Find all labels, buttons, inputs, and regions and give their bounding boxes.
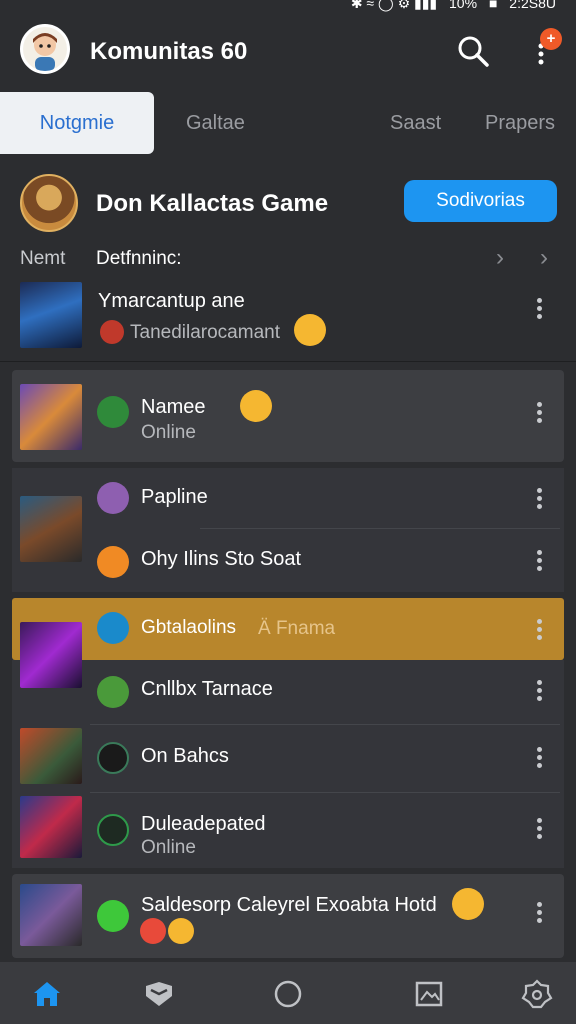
app-bar: Komunitas 60 bbox=[0, 22, 576, 82]
smile-emoji-icon bbox=[452, 888, 484, 920]
more-vertical-icon[interactable] bbox=[533, 816, 545, 846]
featured-item[interactable]: Ymarcantup ane Tanedilarocamant bbox=[0, 280, 576, 362]
game-thumbnail bbox=[20, 884, 82, 946]
user-avatar bbox=[97, 900, 129, 932]
chat-subtitle: Ä Fnama bbox=[258, 618, 336, 639]
game-thumbnail bbox=[20, 728, 82, 784]
featured-title: Ymarcantup ane bbox=[98, 290, 245, 312]
profile-avatar[interactable] bbox=[20, 24, 70, 74]
emoji-icon bbox=[168, 918, 194, 944]
home-icon[interactable] bbox=[31, 978, 63, 1010]
more-vertical-icon[interactable] bbox=[533, 296, 545, 326]
section-header: Nemt Detfnninc: › › bbox=[0, 244, 576, 274]
follow-button[interactable]: Sodivorias bbox=[404, 180, 557, 222]
tab-saast[interactable]: Saast bbox=[390, 92, 441, 154]
chevron-right-icon[interactable]: › bbox=[496, 244, 504, 272]
circle-icon[interactable] bbox=[272, 978, 304, 1010]
bottom-navigation bbox=[0, 962, 576, 1024]
game-thumbnail bbox=[20, 282, 82, 348]
user-avatar bbox=[97, 814, 129, 846]
image-icon[interactable] bbox=[413, 978, 445, 1010]
clock: 2:2S8U bbox=[509, 0, 556, 11]
more-vertical-icon[interactable] bbox=[533, 617, 545, 647]
more-vertical-icon[interactable] bbox=[533, 900, 545, 930]
game-thumbnail bbox=[20, 796, 82, 858]
chevron-right-icon[interactable]: › bbox=[540, 244, 548, 272]
divider bbox=[200, 528, 560, 529]
featured-subtitle: Tanedilarocamant bbox=[130, 322, 280, 343]
more-vertical-icon[interactable] bbox=[533, 678, 545, 708]
game-thumbnail bbox=[20, 384, 82, 450]
chat-status: Online bbox=[141, 837, 196, 858]
battery-icon: ■ bbox=[488, 0, 498, 11]
chat-group bbox=[12, 660, 564, 868]
community-avatar[interactable] bbox=[20, 174, 78, 232]
emoji-icon bbox=[240, 390, 272, 422]
emoji-icon bbox=[140, 918, 166, 944]
community-name: Don Kallactas Game bbox=[96, 190, 329, 217]
section-left-label[interactable]: Nemt bbox=[20, 248, 65, 270]
chat-title[interactable]: On Bahcs bbox=[141, 745, 229, 768]
game-thumbnail bbox=[20, 622, 82, 688]
chat-title: Saldesorp Caleyrel Exoabta Hotd bbox=[141, 894, 437, 916]
more-vertical-icon[interactable] bbox=[533, 400, 545, 430]
search-icon[interactable] bbox=[456, 34, 490, 68]
tab-prapers[interactable]: Prapers bbox=[485, 92, 555, 154]
battery-level: 10% bbox=[449, 0, 478, 11]
more-vertical-icon[interactable] bbox=[533, 745, 545, 775]
chat-card[interactable]: Saldesorp Caleyrel Exoabta Hotd bbox=[12, 874, 564, 958]
user-avatar bbox=[97, 612, 129, 644]
chat-title[interactable]: Duleadepated bbox=[141, 813, 266, 836]
notification-badge: + bbox=[540, 28, 562, 50]
chat-title: Gbtalaolins bbox=[141, 617, 237, 638]
more-vertical-icon[interactable] bbox=[533, 548, 545, 578]
tab-galtae[interactable]: Galtae bbox=[186, 92, 245, 154]
status-bar: ✱ ≈ ◯ ⚙ ▮▮▮ 10% ■ 2:2S8U bbox=[0, 0, 576, 14]
smile-emoji-icon bbox=[294, 314, 326, 346]
user-avatar bbox=[97, 742, 129, 774]
app-title: Komunitas 60 bbox=[90, 38, 248, 65]
more-vertical-icon[interactable] bbox=[533, 486, 545, 516]
community-header: Don Kallactas Game Sodivorias bbox=[0, 172, 576, 236]
user-avatar bbox=[97, 676, 129, 708]
chat-card[interactable]: Namee Online bbox=[12, 370, 564, 462]
chat-title[interactable]: Papline bbox=[141, 486, 208, 509]
settings-icon[interactable] bbox=[521, 978, 553, 1010]
user-avatar bbox=[97, 396, 129, 428]
tab-notgmie[interactable]: Notgmie bbox=[0, 92, 154, 154]
shield-icon[interactable] bbox=[143, 978, 175, 1010]
chat-title: Namee bbox=[141, 396, 206, 418]
chat-title[interactable]: Cnllbx Tarnace bbox=[141, 678, 273, 701]
chat-title[interactable]: Ohy Ilins Sto Soat bbox=[141, 548, 301, 571]
user-avatar bbox=[97, 482, 129, 514]
badge-icon bbox=[100, 320, 124, 344]
chat-group bbox=[12, 468, 564, 592]
tab-bar: Notgmie Galtae Saast Prapers bbox=[0, 92, 576, 156]
divider bbox=[90, 792, 560, 793]
chat-status: Online bbox=[141, 422, 196, 443]
section-title: Detfnninc: bbox=[96, 248, 182, 269]
status-icons: ✱ ≈ ◯ ⚙ ▮▮▮ bbox=[350, 0, 438, 11]
divider bbox=[90, 724, 560, 725]
face-emoji-icon bbox=[97, 546, 129, 578]
game-thumbnail bbox=[20, 496, 82, 562]
